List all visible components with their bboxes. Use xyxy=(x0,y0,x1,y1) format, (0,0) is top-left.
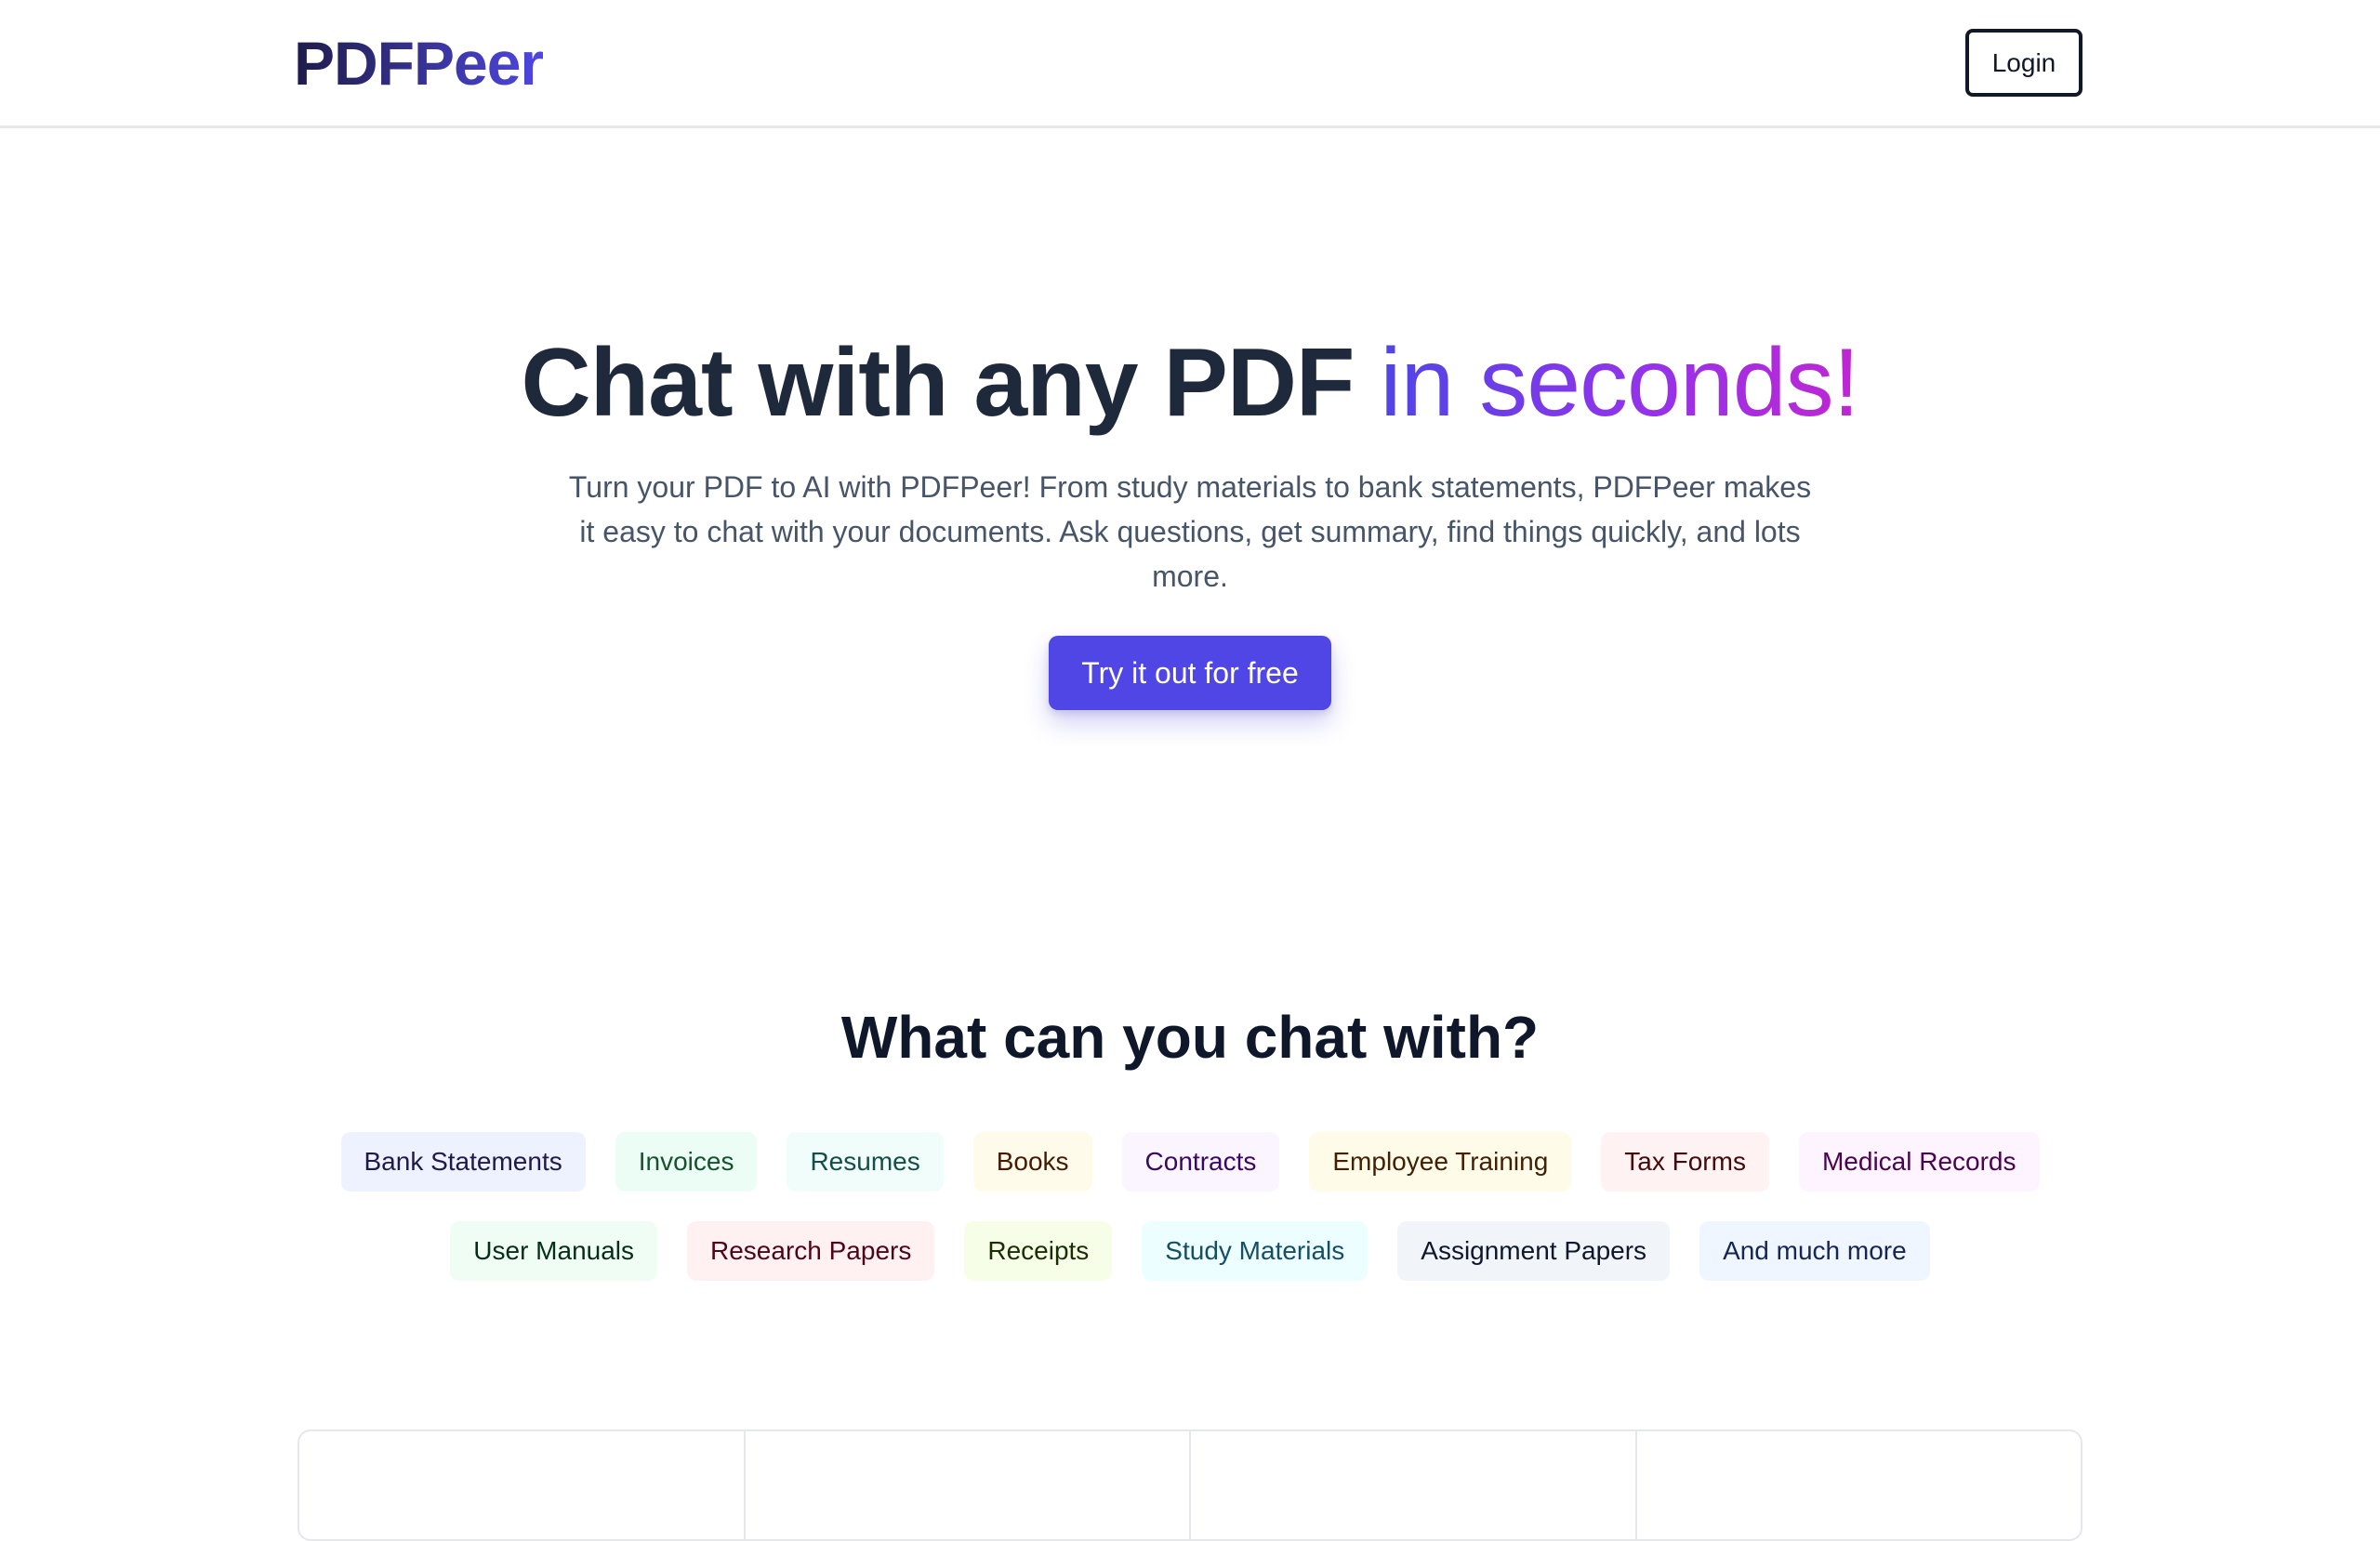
tag-medical-records: Medical Records xyxy=(1798,1132,2040,1192)
feature-card xyxy=(299,1431,746,1539)
tag-user-manuals: User Manuals xyxy=(450,1221,658,1281)
tag-invoices: Invoices xyxy=(615,1132,758,1192)
feature-cards xyxy=(298,1429,2082,1541)
site-header: PDFPeer Login xyxy=(0,0,2380,128)
tag-and-much-more: And much more xyxy=(1699,1221,1930,1281)
tag-employee-training: Employee Training xyxy=(1309,1132,1572,1192)
tag-assignment-papers: Assignment Papers xyxy=(1397,1221,1671,1281)
hero-title-accent: in seconds! xyxy=(1380,329,1859,437)
try-free-button[interactable]: Try it out for free xyxy=(1049,636,1331,710)
tag-tax-forms: Tax Forms xyxy=(1601,1132,1769,1192)
document-tags-row-1: Bank Statements Invoices Resumes Books C… xyxy=(0,1132,2380,1192)
tag-receipts: Receipts xyxy=(964,1221,1113,1281)
tag-bank-statements: Bank Statements xyxy=(340,1132,586,1192)
tag-resumes: Resumes xyxy=(787,1132,944,1192)
document-tags-row-2: User Manuals Research Papers Receipts St… xyxy=(0,1221,2380,1281)
tag-study-materials: Study Materials xyxy=(1142,1221,1368,1281)
feature-card xyxy=(746,1431,1191,1539)
login-button[interactable]: Login xyxy=(1965,29,2082,97)
tag-research-papers: Research Papers xyxy=(687,1221,935,1281)
hero-subtitle: Turn your PDF to AI with PDFPeer! From s… xyxy=(568,470,1812,593)
feature-card xyxy=(1637,1431,2082,1539)
logo[interactable]: PDFPeer xyxy=(294,28,544,99)
hero-title-main: Chat with any PDF xyxy=(521,329,1355,437)
section-title: What can you chat with? xyxy=(840,1004,1540,1071)
feature-card xyxy=(1191,1431,1637,1539)
hero-title: Chat with any PDF in seconds! xyxy=(0,327,2380,439)
tag-books: Books xyxy=(972,1132,1092,1192)
tag-contracts: Contracts xyxy=(1121,1132,1280,1192)
